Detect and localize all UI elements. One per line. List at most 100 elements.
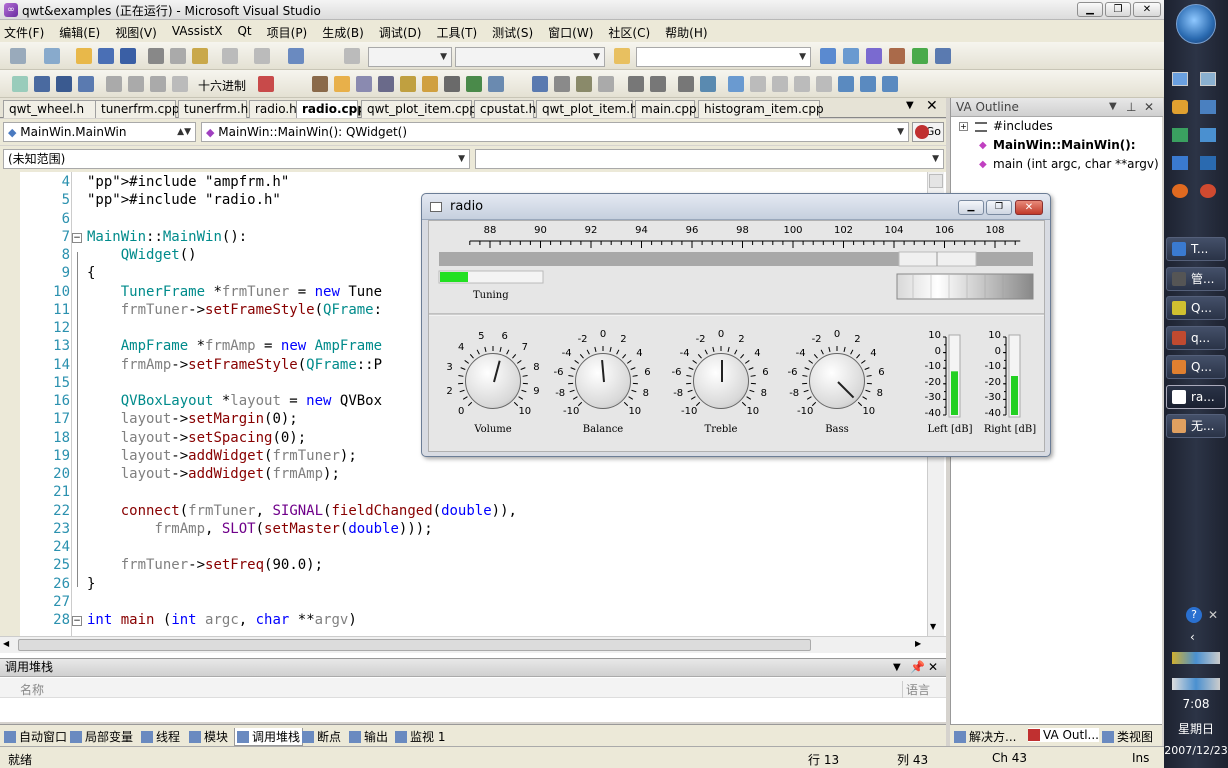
- continue-icon[interactable]: [12, 76, 28, 92]
- tray-icons-row-1[interactable]: [1172, 652, 1220, 664]
- taskbar-button-5[interactable]: ra...: [1166, 384, 1226, 409]
- start-icon[interactable]: [344, 48, 360, 64]
- qt-icon-5[interactable]: [400, 76, 416, 92]
- taskbar-button-0[interactable]: T...: [1166, 237, 1226, 261]
- va-icon-6[interactable]: [598, 76, 614, 92]
- options-icon[interactable]: [935, 48, 951, 64]
- copy-icon[interactable]: [170, 48, 186, 64]
- menu-item-11[interactable]: 社区(C): [608, 24, 650, 41]
- tab-4[interactable]: radio.cpp: [296, 100, 366, 118]
- indent-icon[interactable]: [628, 76, 644, 92]
- menu-item-7[interactable]: 调试(D): [379, 24, 422, 41]
- bookmark-icon-4[interactable]: [816, 76, 832, 92]
- tab-1[interactable]: tunerfrm.cpp: [95, 100, 180, 118]
- code-line[interactable]: "pp">#include "radio.h": [87, 192, 281, 208]
- debug-tab-3[interactable]: 模块: [189, 728, 228, 745]
- quick-launch-icon-3[interactable]: [1172, 100, 1188, 114]
- quick-launch-icon-1[interactable]: [1172, 72, 1188, 86]
- code-line[interactable]: int main (int argc, char **argv): [87, 612, 357, 628]
- horizontal-scrollbar[interactable]: ◀ ▶: [0, 636, 946, 653]
- comment-icon[interactable]: [678, 76, 694, 92]
- bookmark-icon-5[interactable]: [838, 76, 854, 92]
- code-line[interactable]: layout->setSpacing(0);: [87, 430, 306, 446]
- va-close-icon[interactable]: ✕: [1144, 98, 1154, 116]
- restart-icon[interactable]: [78, 76, 94, 92]
- menu-item-2[interactable]: 视图(V): [115, 24, 157, 41]
- minimize-button[interactable]: ▁: [1077, 2, 1103, 17]
- column-name-header[interactable]: 名称: [20, 681, 44, 698]
- quick-launch-icon-5[interactable]: [1172, 128, 1188, 142]
- va-tab-1[interactable]: VA Outl...: [1028, 728, 1099, 742]
- range-combo-2[interactable]: ▼: [475, 149, 944, 169]
- scope-combo[interactable]: MainWin.MainWin: [20, 125, 126, 139]
- quick-launch-icon-4[interactable]: [1200, 100, 1216, 114]
- uncomment-icon[interactable]: [700, 76, 716, 92]
- start-page-icon[interactable]: [912, 48, 928, 64]
- bookmark-icon-6[interactable]: [860, 76, 876, 92]
- code-line[interactable]: MainWin::MainWin():: [87, 229, 247, 245]
- pin-icon[interactable]: 📌: [910, 659, 925, 676]
- va-icon-4[interactable]: [554, 76, 570, 92]
- code-line[interactable]: frmTuner->setFreq(90.0);: [87, 557, 323, 573]
- bookmark-icon-7[interactable]: [882, 76, 898, 92]
- bookmark-icon-3[interactable]: [794, 76, 810, 92]
- knob-bass[interactable]: [809, 353, 865, 409]
- quick-launch-icon-6[interactable]: [1200, 128, 1216, 142]
- menu-item-4[interactable]: Qt: [237, 24, 251, 41]
- code-line[interactable]: }: [87, 576, 95, 592]
- editor-margin[interactable]: [0, 172, 20, 636]
- step-into-icon[interactable]: [106, 76, 122, 92]
- va-pin-icon[interactable]: ⊥: [1126, 98, 1136, 116]
- debug-tab-6[interactable]: 输出: [349, 728, 388, 745]
- tab-9[interactable]: histogram_item.cpp: [698, 100, 824, 118]
- clock-time[interactable]: 7:08: [1164, 697, 1228, 711]
- tab-list-icon[interactable]: ▼: [906, 100, 914, 111]
- expand-icon[interactable]: +: [959, 122, 968, 131]
- qt-icon-3[interactable]: [356, 76, 372, 92]
- fold-icon[interactable]: −: [72, 616, 82, 626]
- range-combo[interactable]: (未知范围) ▼: [3, 149, 470, 169]
- menu-item-1[interactable]: 编辑(E): [59, 24, 100, 41]
- debug-tab-7[interactable]: 监视 1: [395, 728, 445, 745]
- redo-icon[interactable]: [254, 48, 270, 64]
- help-icon[interactable]: ?: [1186, 607, 1202, 623]
- breakpoints-icon[interactable]: [258, 76, 274, 92]
- va-tab-0[interactable]: 解决方...: [954, 728, 1016, 745]
- quick-launch-icon-2[interactable]: [1200, 72, 1216, 86]
- quick-launch-icon-8[interactable]: [1200, 156, 1216, 170]
- close-tray-icon[interactable]: ✕: [1208, 608, 1218, 622]
- tab-2[interactable]: tunerfrm.h: [178, 100, 248, 118]
- tab-0[interactable]: qwt_wheel.h: [3, 100, 96, 118]
- outdent-icon[interactable]: [650, 76, 666, 92]
- toolbox-icon[interactable]: [889, 48, 905, 64]
- quick-launch-icon-7[interactable]: [1172, 156, 1188, 170]
- va-icon-2[interactable]: [488, 76, 504, 92]
- radio-title-bar[interactable]: radio ▁ ❐ ✕: [422, 194, 1050, 220]
- spell-check-icon[interactable]: [466, 76, 482, 92]
- config-combo[interactable]: ▼: [368, 47, 452, 67]
- solution-icon[interactable]: [843, 48, 859, 64]
- taskbar-button-3[interactable]: q...: [1166, 325, 1226, 350]
- find-in-files-icon[interactable]: [614, 48, 630, 64]
- tab-8[interactable]: main.cpp: [635, 100, 697, 118]
- quick-launch-icon-9[interactable]: [1172, 184, 1188, 198]
- code-line[interactable]: AmpFrame *frmAmp = new AmpFrame: [87, 338, 382, 354]
- code-line[interactable]: frmAmp, SLOT(setMaster(double)));: [87, 521, 432, 537]
- knob-volume[interactable]: [465, 353, 521, 409]
- menu-item-9[interactable]: 测试(S): [492, 24, 533, 41]
- properties-icon[interactable]: [820, 48, 836, 64]
- tab-7[interactable]: qwt_plot_item.h: [536, 100, 638, 118]
- knob-treble[interactable]: [693, 353, 749, 409]
- maximize-button[interactable]: ❐: [1105, 2, 1131, 17]
- member-combo[interactable]: MainWin::MainWin(): QWidget(): [218, 125, 407, 139]
- bookmark-icon[interactable]: [728, 76, 744, 92]
- menu-item-12[interactable]: 帮助(H): [665, 24, 707, 41]
- va-icon-5[interactable]: [576, 76, 592, 92]
- qt-icon-4[interactable]: [378, 76, 394, 92]
- code-line[interactable]: QWidget(): [87, 247, 197, 263]
- tab-6[interactable]: cpustat.h: [474, 100, 536, 118]
- prev-bookmark-icon[interactable]: [750, 76, 766, 92]
- code-line[interactable]: QVBoxLayout *layout = new QVBox: [87, 393, 382, 409]
- find-combo[interactable]: ▼: [636, 47, 811, 67]
- panel-menu-icon[interactable]: ▼: [893, 659, 901, 676]
